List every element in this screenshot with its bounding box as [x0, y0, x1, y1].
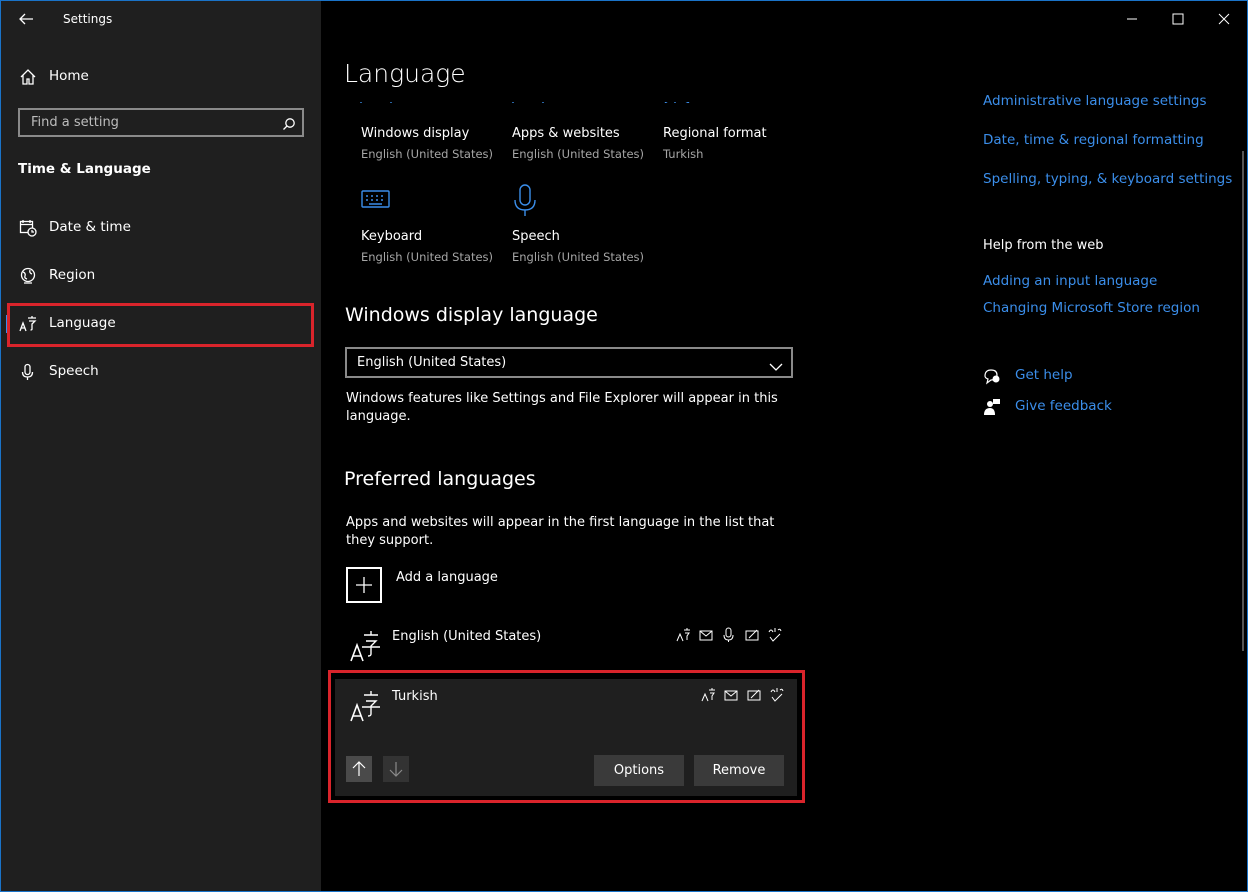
sidebar-item-label: Speech	[49, 363, 99, 379]
selection-indicator	[6, 315, 10, 333]
tile-subtitle: English (United States)	[512, 147, 645, 161]
tile-subtitle: English (United States)	[361, 147, 494, 161]
scrollbar[interactable]	[1242, 151, 1244, 651]
link-administrative-language[interactable]: Administrative language settings	[983, 93, 1243, 109]
search-icon[interactable]	[282, 116, 296, 130]
dropdown-value: English (United States)	[357, 355, 507, 370]
tile-subtitle: English (United States)	[361, 250, 494, 264]
tile-title: Windows display	[361, 126, 470, 141]
link-changing-store-region[interactable]: Changing Microsoft Store region	[983, 300, 1200, 316]
tile-title: Speech	[512, 229, 560, 244]
settings-window: Settings Home Time & Language Date & tim…	[0, 0, 1248, 892]
microphone-icon	[19, 363, 37, 381]
arrow-up-icon	[352, 761, 366, 776]
page-title: Language	[344, 59, 466, 88]
get-help-label: Get help	[1015, 367, 1073, 383]
language-row-english[interactable]: English (United States)	[346, 623, 796, 667]
sidebar-item-speech[interactable]: Speech	[1, 352, 321, 392]
add-language-label: Add a language	[396, 570, 498, 585]
tile-title: Keyboard	[361, 229, 423, 244]
link-spelling-typing-keyboard[interactable]: Spelling, typing, & keyboard settings	[983, 171, 1232, 187]
chevron-down-icon	[769, 357, 783, 371]
tile-keyboard[interactable]: Keyboard English (United States)	[361, 187, 511, 267]
tile-subtitle: English (United States)	[512, 250, 645, 264]
move-down-button[interactable]	[383, 756, 409, 782]
give-feedback-link[interactable]: Give feedback	[983, 398, 1143, 416]
link-adding-input-language[interactable]: Adding an input language	[983, 273, 1157, 289]
close-button[interactable]	[1201, 1, 1247, 37]
preferred-languages-heading: Preferred languages	[344, 468, 536, 490]
tile-subtitle: Turkish	[663, 147, 704, 161]
globe-icon	[19, 267, 37, 285]
tile-windows-display[interactable]: Windows display English (United States)	[361, 126, 511, 166]
chat-help-icon	[983, 367, 1001, 385]
move-up-button[interactable]	[346, 756, 372, 782]
language-icon	[19, 315, 37, 333]
give-feedback-label: Give feedback	[1015, 398, 1112, 414]
calendar-clock-icon	[19, 219, 37, 237]
maximize-button[interactable]	[1155, 1, 1201, 37]
keyboard-icon	[361, 187, 391, 211]
sidebar-item-label: Date & time	[49, 219, 131, 235]
tile-title: Regional format	[663, 126, 767, 141]
window-title: Settings	[63, 12, 113, 26]
tile-apps-websites[interactable]: Apps & websites English (United States)	[512, 126, 662, 166]
clipped-tile-icons	[345, 95, 755, 103]
sidebar-item-label: Language	[49, 315, 116, 331]
maximize-icon	[1172, 13, 1184, 25]
language-name: Turkish	[392, 689, 438, 704]
language-feature-icons	[676, 627, 796, 643]
close-icon	[1218, 13, 1230, 25]
sidebar-item-label: Region	[49, 267, 96, 283]
display-language-description: Windows features like Settings and File …	[346, 391, 778, 424]
language-glyph-icon	[348, 629, 380, 663]
search-box[interactable]	[18, 108, 304, 137]
home-nav-item[interactable]: Home	[1, 63, 321, 91]
display-language-heading: Windows display language	[345, 304, 598, 326]
sidebar-item-region[interactable]: Region	[1, 256, 321, 296]
tile-title: Apps & websites	[512, 126, 620, 141]
language-row-turkish[interactable]: Turkish Options Remove	[335, 679, 797, 796]
tile-regional-format[interactable]: Regional format Turkish	[663, 126, 813, 166]
home-label: Home	[49, 68, 89, 84]
minimize-icon	[1127, 18, 1137, 20]
feedback-person-icon	[983, 398, 1001, 416]
microphone-icon	[512, 183, 542, 217]
search-input[interactable]	[29, 114, 273, 131]
language-feature-icons	[701, 687, 797, 703]
options-button[interactable]: Options	[594, 755, 684, 786]
back-arrow-icon[interactable]	[17, 11, 37, 27]
preferred-languages-description: Apps and websites will appear in the fir…	[346, 515, 775, 548]
sidebar-item-language[interactable]: Language	[1, 304, 321, 344]
home-icon	[19, 68, 37, 86]
sidebar: Settings Home Time & Language Date & tim…	[1, 1, 321, 891]
language-glyph-icon	[348, 689, 380, 723]
sidebar-item-date-time[interactable]: Date & time	[1, 208, 321, 248]
help-heading: Help from the web	[983, 238, 1104, 253]
add-language-button[interactable]: Add a language	[346, 567, 546, 607]
minimize-button[interactable]	[1109, 1, 1155, 37]
tile-speech[interactable]: Speech English (United States)	[512, 183, 662, 267]
plus-icon	[346, 567, 382, 603]
display-language-dropdown[interactable]: English (United States)	[345, 347, 793, 378]
language-name: English (United States)	[392, 629, 542, 644]
get-help-link[interactable]: Get help	[983, 367, 1123, 385]
main-panel: Language Windows display English (United…	[321, 1, 1247, 891]
section-title: Time & Language	[18, 161, 151, 177]
arrow-down-icon	[389, 762, 403, 777]
remove-button[interactable]: Remove	[694, 755, 784, 786]
link-date-time-regional[interactable]: Date, time & regional formatting	[983, 132, 1204, 148]
